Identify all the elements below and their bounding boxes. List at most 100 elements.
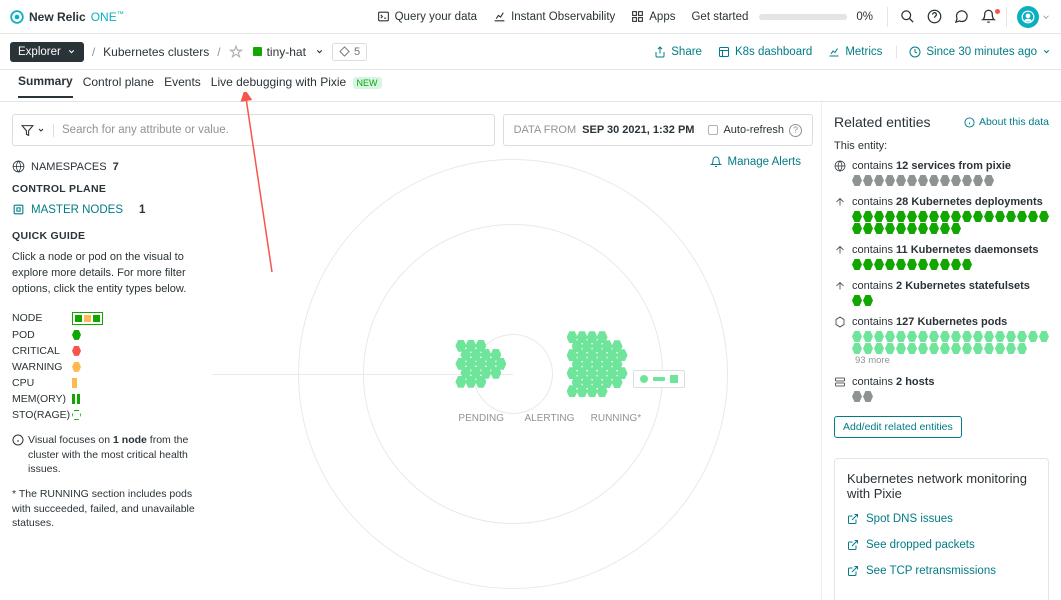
filter-dropdown[interactable]	[21, 124, 54, 137]
help-icon[interactable]: ?	[789, 124, 802, 137]
legend-critical[interactable]: CRITICAL	[12, 345, 212, 357]
this-entity-label: This entity:	[834, 140, 1049, 152]
notifications-icon[interactable]	[975, 9, 1002, 24]
chevron-down-icon	[67, 47, 76, 56]
query-data-link[interactable]: Query your data	[369, 10, 485, 23]
filter-icon	[21, 124, 34, 137]
quick-guide-title: QUICK GUIDE	[12, 230, 212, 242]
right-panel: Related entities About this data This en…	[821, 102, 1061, 600]
progress-bar	[759, 14, 847, 20]
filter-row: DATA FROM SEP 30 2021, 1:32 PM Auto-refr…	[12, 114, 813, 146]
legend-warning[interactable]: WARNING	[12, 361, 212, 373]
auto-refresh-toggle[interactable]: Auto-refresh ?	[708, 124, 802, 137]
logo-icon	[10, 10, 24, 24]
footnote: * The RUNNING section includes pods with…	[12, 487, 212, 531]
help-icon[interactable]	[921, 9, 948, 24]
tab-events[interactable]: Events	[164, 75, 201, 97]
legend-cpu[interactable]: CPU	[12, 377, 212, 389]
info-note: Visual focuses on 1 node from the cluste…	[12, 433, 212, 477]
dashboard-icon	[718, 46, 730, 58]
left-pane: DATA FROM SEP 30 2021, 1:32 PM Auto-refr…	[0, 102, 821, 600]
get-started[interactable]: Get started 0%	[683, 11, 881, 23]
share-icon	[654, 46, 666, 58]
node-icon	[12, 203, 25, 216]
terminal-icon	[377, 10, 390, 23]
pixie-card-title: Kubernetes network monitoring with Pixie	[847, 471, 1036, 501]
filter-box	[12, 114, 495, 146]
status-square	[253, 47, 262, 56]
explorer-button[interactable]: Explorer	[10, 42, 84, 62]
globe-icon	[12, 160, 25, 173]
brand-name: New Relic	[29, 10, 86, 24]
new-badge: NEW	[353, 77, 382, 89]
legend-node[interactable]: NODE	[12, 312, 212, 325]
master-nodes-link[interactable]: MASTER NODES 1	[12, 203, 212, 216]
star-icon[interactable]	[229, 45, 243, 59]
entity-selector[interactable]: tiny-hat	[253, 45, 324, 59]
related-item[interactable]: contains 12 services from pixie	[834, 160, 1049, 186]
label-running: RUNNING*	[591, 413, 642, 424]
user-avatar[interactable]	[1017, 6, 1039, 28]
legend-storage[interactable]: STO(RAGE)	[12, 409, 212, 421]
tab-summary[interactable]: Summary	[18, 74, 73, 98]
external-link-icon	[847, 513, 859, 525]
chevron-down-icon[interactable]	[1041, 12, 1051, 22]
tab-live-debugging[interactable]: Live debugging with Pixie NEW	[211, 75, 382, 97]
tabs: Summary Control plane Events Live debugg…	[0, 70, 1061, 102]
globe-icon	[834, 160, 846, 172]
control-plane-title: CONTROL PLANE	[12, 183, 212, 195]
guide-text: Click a node or pod on the visual to exp…	[12, 250, 212, 298]
checkbox	[708, 125, 718, 135]
about-data-link[interactable]: About this data	[964, 116, 1049, 128]
namespaces-row[interactable]: NAMESPACES 7	[12, 160, 212, 173]
logo[interactable]: New Relic ONE™	[10, 10, 124, 24]
time-range-picker[interactable]: Since 30 minutes ago	[896, 46, 1051, 58]
metrics-icon	[828, 46, 840, 58]
sub-header: Explorer / Kubernetes clusters / tiny-ha…	[0, 34, 1061, 70]
external-link-icon	[847, 539, 859, 551]
node-chip[interactable]	[633, 370, 685, 388]
search-icon[interactable]	[894, 9, 921, 24]
tag-icon	[339, 46, 350, 57]
related-item[interactable]: contains 127 Kubernetes pods93 more	[834, 316, 1049, 366]
legend-memory[interactable]: MEM(ORY)	[12, 393, 212, 405]
chevron-down-icon	[315, 47, 324, 56]
k8s-dashboard-link[interactable]: K8s dashboard	[710, 46, 820, 58]
related-item[interactable]: contains 2 Kubernetes statefulsets	[834, 280, 1049, 306]
label-alerting: ALERTING	[525, 413, 575, 424]
related-item[interactable]: contains 28 Kubernetes deployments	[834, 196, 1049, 234]
related-item[interactable]: contains 2 hosts	[834, 376, 1049, 402]
chart-icon	[493, 10, 506, 23]
legend-pod[interactable]: POD	[12, 329, 212, 341]
related-item[interactable]: contains 11 Kubernetes daemonsets	[834, 244, 1049, 270]
breadcrumb-k8s-clusters[interactable]: Kubernetes clusters	[103, 45, 209, 59]
add-edit-entities-button[interactable]: Add/edit related entities	[834, 416, 962, 438]
chevron-down-icon	[37, 126, 45, 134]
cluster-visualization[interactable]: PENDING ALERTING RUNNING*	[212, 160, 813, 588]
main: DATA FROM SEP 30 2021, 1:32 PM Auto-refr…	[0, 102, 1061, 600]
apps-link[interactable]: Apps	[623, 10, 683, 23]
pixie-card: Kubernetes network monitoring with Pixie…	[834, 458, 1049, 600]
tab-control-plane[interactable]: Control plane	[83, 75, 154, 97]
arrowup-icon	[834, 244, 846, 256]
feedback-icon[interactable]	[948, 9, 975, 24]
info-icon	[964, 117, 975, 128]
instant-obs-link[interactable]: Instant Observability	[485, 10, 623, 23]
top-header: New Relic ONE™ Query your data Instant O…	[0, 0, 1061, 34]
arrowup-icon	[834, 196, 846, 208]
search-input[interactable]	[62, 124, 486, 136]
server-icon	[834, 376, 846, 388]
chevron-down-icon	[1042, 47, 1051, 56]
info-icon	[12, 434, 24, 446]
metrics-link[interactable]: Metrics	[820, 46, 890, 58]
pixie-link[interactable]: See TCP retransmissions	[847, 565, 1036, 577]
pixie-link[interactable]: Spot DNS issues	[847, 513, 1036, 525]
entity-count[interactable]: 5	[332, 43, 367, 61]
share-link[interactable]: Share	[646, 46, 710, 58]
pixie-link[interactable]: See dropped packets	[847, 539, 1036, 551]
grid-icon	[631, 10, 644, 23]
related-entities-title: Related entities	[834, 114, 931, 130]
date-range[interactable]: DATA FROM SEP 30 2021, 1:32 PM Auto-refr…	[503, 114, 813, 146]
clock-icon	[909, 46, 921, 58]
label-pending: PENDING	[458, 413, 504, 424]
